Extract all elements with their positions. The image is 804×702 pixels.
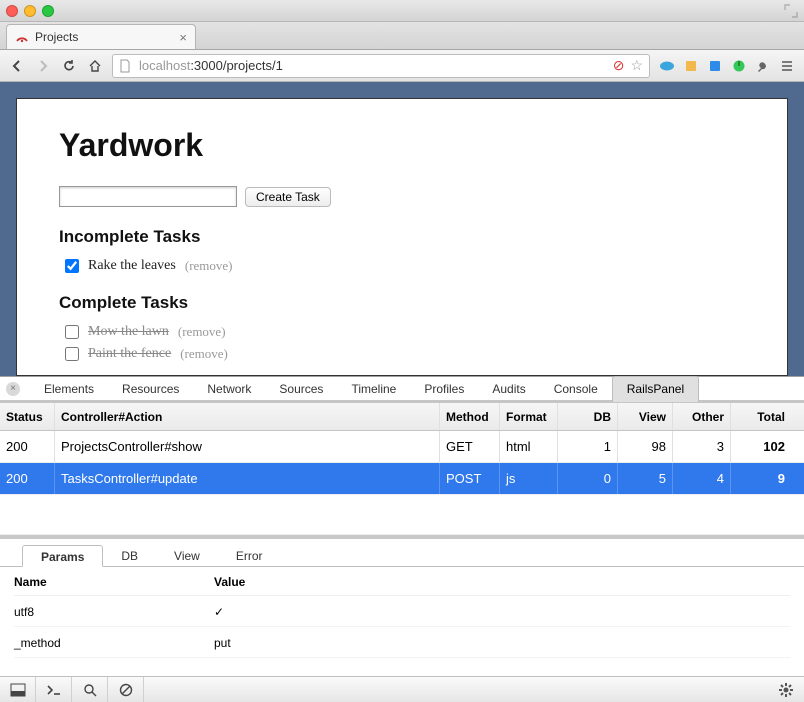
col-action[interactable]: Controller#Action: [55, 403, 440, 430]
console-icon[interactable]: [36, 677, 72, 702]
params-col-name: Name: [14, 575, 214, 589]
tab-title: Projects: [35, 30, 173, 44]
detail-tab-error[interactable]: Error: [218, 545, 281, 567]
task-text: Rake the leaves: [88, 258, 176, 274]
task-item: Rake the leaves (remove): [59, 255, 745, 277]
window-titlebar: [0, 0, 804, 22]
traffic-lights: [6, 5, 54, 17]
params-col-value: Value: [214, 575, 790, 589]
home-button[interactable]: [86, 57, 104, 75]
devtools-footer: [0, 676, 804, 702]
zoom-window-button[interactable]: [42, 5, 54, 17]
col-status[interactable]: Status: [0, 403, 55, 430]
extension-icon[interactable]: [730, 57, 748, 75]
devtools-close-icon[interactable]: ×: [6, 382, 20, 396]
extension-icons: [658, 57, 796, 75]
page-content: Yardwork Create Task Incomplete Tasks Ra…: [16, 98, 788, 376]
detail-tab-params[interactable]: Params: [22, 545, 103, 567]
remove-link[interactable]: (remove): [178, 324, 226, 340]
devtools-tab-network[interactable]: Network: [193, 376, 265, 402]
remove-link[interactable]: (remove): [180, 346, 228, 362]
task-checkbox[interactable]: [65, 259, 79, 273]
col-total[interactable]: Total: [731, 403, 791, 430]
search-icon[interactable]: [72, 677, 108, 702]
param-name: utf8: [14, 605, 214, 619]
task-text: Mow the lawn: [88, 324, 169, 340]
detail-tab-db[interactable]: DB: [103, 545, 156, 567]
create-task-form: Create Task: [59, 186, 745, 207]
col-method[interactable]: Method: [440, 403, 500, 430]
param-value: put: [214, 636, 790, 650]
page-viewport: Yardwork Create Task Incomplete Tasks Ra…: [0, 82, 804, 376]
complete-heading: Complete Tasks: [59, 293, 745, 313]
bookmark-star-icon[interactable]: ☆: [630, 57, 643, 74]
request-detail: ParamsDBViewError Name Value utf8✓_metho…: [0, 535, 804, 676]
task-item: Mow the lawn (remove): [59, 321, 745, 343]
settings-gear-icon[interactable]: [768, 682, 804, 698]
devtools-tab-console[interactable]: Console: [540, 376, 612, 402]
param-value: ✓: [214, 605, 790, 619]
devtools-tabbar: × ElementsResourcesNetworkSourcesTimelin…: [0, 377, 804, 403]
minimize-window-button[interactable]: [24, 5, 36, 17]
request-row[interactable]: 200TasksController#updatePOSTjs0549: [0, 463, 804, 495]
devtools-panel: × ElementsResourcesNetworkSourcesTimelin…: [0, 376, 804, 702]
task-item: Paint the fence (remove): [59, 343, 745, 365]
close-tab-icon[interactable]: ×: [179, 30, 187, 45]
extension-icon[interactable]: [706, 57, 724, 75]
col-other[interactable]: Other: [673, 403, 731, 430]
forward-button[interactable]: [34, 57, 52, 75]
page-title: Yardwork: [59, 127, 745, 164]
task-text: Paint the fence: [88, 346, 171, 362]
devtools-tab-sources[interactable]: Sources: [265, 376, 337, 402]
devtools-tab-resources[interactable]: Resources: [108, 376, 193, 402]
menu-icon[interactable]: [778, 57, 796, 75]
back-button[interactable]: [8, 57, 26, 75]
wrench-icon[interactable]: [754, 57, 772, 75]
address-bar[interactable]: localhost:3000/projects/1 ⊘ ☆: [112, 54, 650, 78]
task-checkbox[interactable]: [65, 325, 79, 339]
detail-tabbar: ParamsDBViewError: [0, 539, 804, 567]
param-name: _method: [14, 636, 214, 650]
task-name-input[interactable]: [59, 186, 237, 207]
clear-icon[interactable]: [108, 677, 144, 702]
extension-icon[interactable]: [658, 57, 676, 75]
col-view[interactable]: View: [618, 403, 673, 430]
requests-header-row: Status Controller#Action Method Format D…: [0, 403, 804, 431]
browser-tab[interactable]: Projects ×: [6, 24, 196, 49]
incomplete-heading: Incomplete Tasks: [59, 227, 745, 247]
col-format[interactable]: Format: [500, 403, 558, 430]
reload-button[interactable]: [60, 57, 78, 75]
params-table: Name Value utf8✓_methodput: [0, 567, 804, 658]
request-row[interactable]: 200ProjectsController#showGEThtml1983102: [0, 431, 804, 463]
remove-link[interactable]: (remove): [185, 258, 233, 274]
requests-table: Status Controller#Action Method Format D…: [0, 403, 804, 535]
extension-icon[interactable]: [682, 57, 700, 75]
devtools-tab-profiles[interactable]: Profiles: [410, 376, 478, 402]
task-checkbox[interactable]: [65, 347, 79, 361]
devtools-tab-elements[interactable]: Elements: [30, 376, 108, 402]
devtools-tab-railspanel[interactable]: RailsPanel: [612, 376, 699, 402]
create-task-button[interactable]: Create Task: [245, 187, 331, 207]
close-window-button[interactable]: [6, 5, 18, 17]
url-text: localhost:3000/projects/1: [139, 58, 283, 73]
dock-icon[interactable]: [0, 677, 36, 702]
blocked-icon[interactable]: ⊘: [613, 57, 625, 74]
devtools-tab-audits[interactable]: Audits: [478, 376, 539, 402]
page-icon: [119, 59, 133, 73]
col-db[interactable]: DB: [558, 403, 618, 430]
browser-toolbar: localhost:3000/projects/1 ⊘ ☆: [0, 50, 804, 82]
fullscreen-icon[interactable]: [784, 4, 798, 18]
detail-tab-view[interactable]: View: [156, 545, 218, 567]
param-row: _methodput: [14, 627, 790, 658]
favicon-icon: [15, 30, 29, 44]
param-row: utf8✓: [14, 596, 790, 627]
devtools-tab-timeline[interactable]: Timeline: [337, 376, 410, 402]
browser-tabstrip: Projects ×: [0, 22, 804, 50]
